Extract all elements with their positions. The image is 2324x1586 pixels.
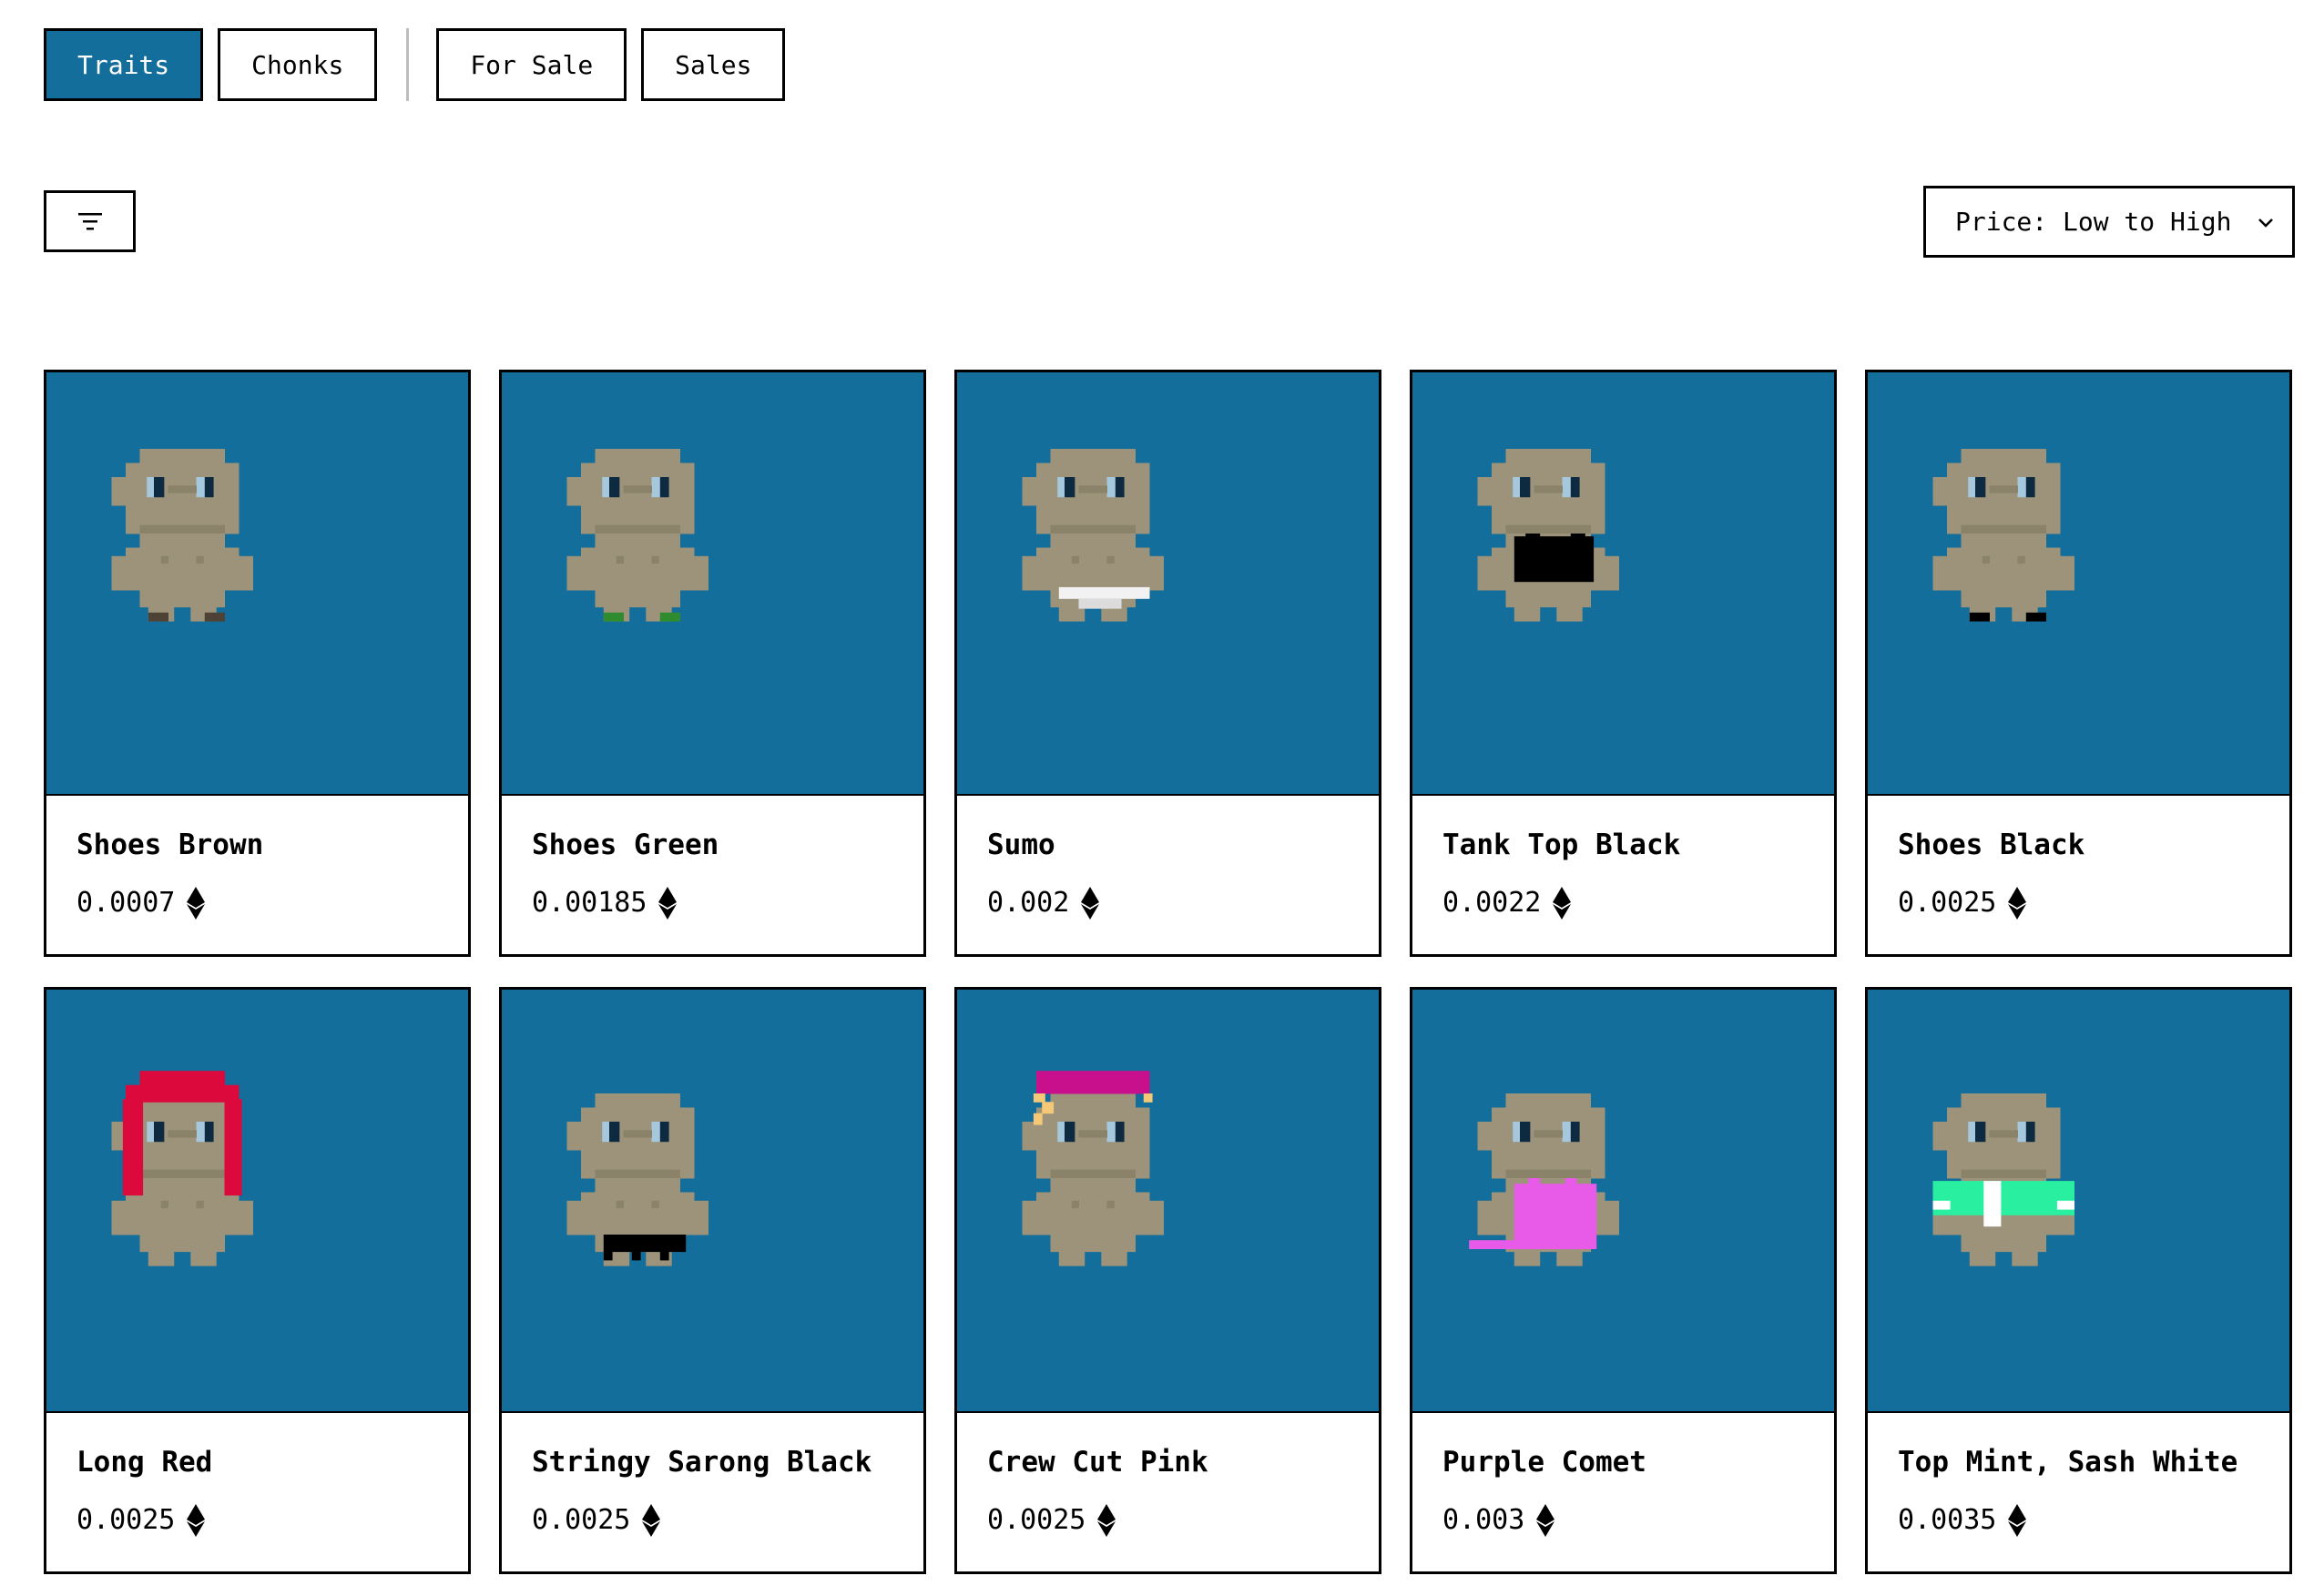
sort-select-value: Price: Low to High	[1955, 207, 2232, 237]
trait-price: 0.0025	[987, 1502, 1349, 1539]
trait-card[interactable]: Shoes Green 0.00185	[499, 370, 926, 957]
trait-image	[1412, 372, 1834, 796]
trait-name: Crew Cut Pink	[987, 1446, 1208, 1479]
trait-name: Top Mint, Sash White	[1898, 1446, 2238, 1479]
chonk-pixel-art	[566, 1093, 708, 1266]
traits-grid: Shoes Brown 0.0007 Shoes Green 0.00185 Sumo 0…	[44, 370, 2292, 1574]
trait-card[interactable]: Long Red 0.0025	[44, 987, 471, 1574]
trait-name: Tank Top Black	[1442, 829, 1681, 861]
trait-card[interactable]: Shoes Brown 0.0007	[44, 370, 471, 957]
trait-price: 0.0025	[76, 1502, 438, 1539]
trait-price-value: 0.003	[1442, 1504, 1525, 1536]
eth-icon	[2008, 1504, 2027, 1537]
trait-price-value: 0.0007	[76, 887, 176, 919]
tab-chonks[interactable]: Chonks	[218, 28, 378, 101]
eth-icon	[1097, 1504, 1116, 1537]
trait-price-value: 0.0035	[1898, 1504, 1997, 1536]
chonk-pixel-art	[1932, 449, 2074, 622]
trait-image	[502, 372, 923, 796]
eth-icon	[2008, 887, 2027, 920]
trait-card[interactable]: Top Mint, Sash White 0.0035	[1865, 987, 2292, 1574]
trait-info: Sumo 0.002	[957, 796, 1379, 921]
trait-name: Shoes Brown	[76, 829, 264, 861]
trait-card[interactable]: Shoes Black 0.0025	[1865, 370, 2292, 957]
trait-card[interactable]: Stringy Sarong Black 0.0025	[499, 987, 926, 1574]
trait-card[interactable]: Crew Cut Pink 0.0025	[954, 987, 1381, 1574]
trait-info: Purple Comet 0.003	[1412, 1413, 1834, 1539]
trait-info: Shoes Green 0.00185	[502, 796, 923, 921]
chevron-down-icon	[2258, 218, 2273, 228]
trait-image	[957, 990, 1379, 1413]
trait-info: Shoes Brown 0.0007	[46, 796, 468, 921]
eth-icon	[187, 887, 206, 920]
filter-icon	[77, 213, 102, 230]
chonk-pixel-art	[1022, 1071, 1164, 1266]
filter-button[interactable]	[44, 190, 136, 252]
chonk-pixel-art	[1932, 1093, 2074, 1266]
trait-name: Shoes Black	[1898, 829, 2085, 861]
trait-price: 0.0035	[1898, 1502, 2259, 1539]
trait-info: Stringy Sarong Black 0.0025	[502, 1413, 923, 1539]
trait-image	[46, 990, 468, 1413]
trait-image	[1868, 372, 2289, 796]
tab-for-sale[interactable]: For Sale	[436, 28, 627, 101]
trait-price-value: 0.0025	[987, 1504, 1086, 1536]
chonk-pixel-art	[111, 1071, 253, 1266]
chonk-pixel-art	[111, 449, 253, 622]
trait-name: Stringy Sarong Black	[532, 1446, 872, 1479]
trait-name: Sumo	[987, 829, 1055, 861]
eth-icon	[642, 1504, 661, 1537]
tab-sales[interactable]: Sales	[641, 28, 786, 101]
trait-info: Tank Top Black 0.0022	[1412, 796, 1834, 921]
trait-price: 0.0022	[1442, 885, 1804, 921]
eth-icon	[1553, 887, 1572, 920]
trait-card[interactable]: Purple Comet 0.003	[1410, 987, 1837, 1574]
chonk-pixel-art	[566, 449, 708, 622]
trait-info: Crew Cut Pink 0.0025	[957, 1413, 1379, 1539]
trait-name: Shoes Green	[532, 829, 719, 861]
traits-page: Traits Chonks For Sale Sales Price: Low …	[0, 0, 2324, 1586]
trait-image	[957, 372, 1379, 796]
trait-price-value: 0.00185	[532, 887, 647, 919]
trait-price-value: 0.0025	[1898, 887, 1997, 919]
eth-icon	[658, 887, 678, 920]
trait-name: Long Red	[76, 1446, 213, 1479]
trait-price: 0.0025	[1898, 885, 2259, 921]
eth-icon	[1081, 887, 1100, 920]
trait-image	[1412, 990, 1834, 1413]
trait-price: 0.0025	[532, 1502, 893, 1539]
tab-divider	[406, 28, 410, 101]
chonk-pixel-art	[1477, 449, 1619, 622]
trait-card[interactable]: Tank Top Black 0.0022	[1410, 370, 1837, 957]
trait-info: Top Mint, Sash White 0.0035	[1868, 1413, 2289, 1539]
trait-info: Long Red 0.0025	[46, 1413, 468, 1539]
trait-price-value: 0.0022	[1442, 887, 1542, 919]
view-tabs: Traits Chonks For Sale Sales	[44, 28, 800, 101]
trait-price-value: 0.0025	[76, 1504, 176, 1536]
tab-traits[interactable]: Traits	[44, 28, 204, 101]
trait-price: 0.003	[1442, 1502, 1804, 1539]
trait-price: 0.00185	[532, 885, 893, 921]
trait-price: 0.0007	[76, 885, 438, 921]
trait-image	[1868, 990, 2289, 1413]
chonk-pixel-art	[1469, 1093, 1619, 1266]
eth-icon	[1536, 1504, 1555, 1537]
chonk-pixel-art	[1022, 449, 1164, 622]
trait-info: Shoes Black 0.0025	[1868, 796, 2289, 921]
trait-price-value: 0.002	[987, 887, 1070, 919]
sort-select[interactable]: Price: Low to High	[1923, 186, 2295, 258]
trait-image	[46, 372, 468, 796]
eth-icon	[187, 1504, 206, 1537]
trait-image	[502, 990, 923, 1413]
trait-price: 0.002	[987, 885, 1349, 921]
trait-price-value: 0.0025	[532, 1504, 631, 1536]
trait-card[interactable]: Sumo 0.002	[954, 370, 1381, 957]
trait-name: Purple Comet	[1442, 1446, 1646, 1479]
